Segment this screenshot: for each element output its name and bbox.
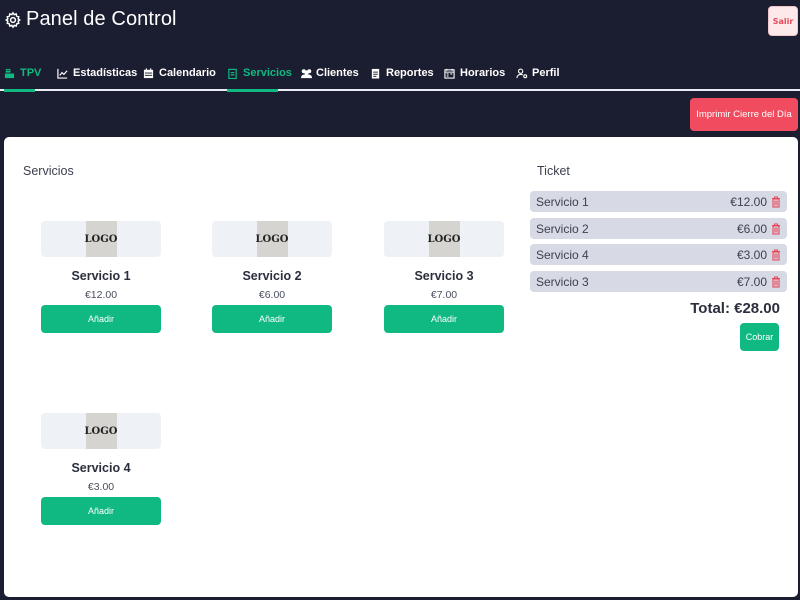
ticket-row: Servicio 2 €6.00 — [530, 218, 787, 239]
gear-icon — [4, 11, 22, 29]
ticket-title: Ticket — [537, 164, 570, 178]
brand: Panel de Control — [4, 8, 177, 31]
schedule-icon — [444, 68, 455, 79]
nav-divider — [0, 89, 800, 91]
tab-label: Calendario — [159, 67, 216, 79]
tab-hover-indicator — [227, 89, 278, 92]
tab-label: Clientes — [316, 67, 359, 79]
tab-label: Reportes — [386, 67, 434, 79]
service-name: Servicio 1 — [71, 269, 131, 283]
report-icon — [370, 68, 381, 79]
tab-tpv[interactable]: TPV — [4, 62, 41, 84]
tab-horarios[interactable]: Horarios — [444, 62, 505, 84]
ticket-item-price: €3.00 — [736, 247, 767, 262]
trash-icon[interactable] — [771, 275, 781, 288]
tab-label: Perfil — [532, 67, 560, 79]
tab-label: TPV — [20, 67, 42, 79]
calendar-icon — [143, 67, 154, 79]
service-card: LOGO Servicio 1 €12.00 Añadir — [41, 221, 161, 333]
service-card: LOGO Servicio 2 €6.00 Añadir — [212, 221, 332, 333]
service-name: Servicio 4 — [71, 461, 131, 475]
service-card: LOGO Servicio 3 €7.00 Añadir — [384, 221, 504, 333]
service-price: €6.00 — [258, 289, 286, 301]
chart-icon — [57, 68, 68, 79]
tab-clientes[interactable]: Clientes — [300, 62, 359, 84]
service-logo: LOGO — [212, 221, 332, 257]
logo-placeholder: LOGO — [85, 413, 118, 449]
service-name: Servicio 2 — [242, 269, 302, 283]
app-header: Panel de Control Salir — [0, 0, 800, 44]
tab-perfil[interactable]: Perfil — [516, 62, 560, 84]
tab-label: Servicios — [243, 67, 292, 79]
tab-servicios[interactable]: Servicios — [227, 62, 292, 84]
add-service-button[interactable]: Añadir — [212, 305, 332, 333]
service-price: €12.00 — [84, 289, 118, 301]
service-card: LOGO Servicio 4 €3.00 Añadir — [41, 413, 161, 525]
service-price: €7.00 — [430, 289, 458, 301]
logo-placeholder: LOGO — [428, 221, 461, 257]
ticket-row: Servicio 1 €12.00 — [530, 191, 787, 212]
trash-icon[interactable] — [771, 222, 781, 235]
ticket-row: Servicio 4 €3.00 — [530, 244, 787, 265]
user-gear-icon — [516, 68, 528, 79]
ticket-item-name: Servicio 4 — [536, 247, 589, 262]
tab-label: Estadísticas — [73, 67, 138, 79]
clipboard-icon — [227, 68, 238, 79]
users-icon — [300, 68, 312, 79]
tab-active-indicator — [4, 89, 35, 92]
service-logo: LOGO — [41, 221, 161, 257]
tab-estadisticas[interactable]: Estadísticas — [57, 62, 137, 84]
ticket-item-price: €12.00 — [730, 194, 767, 209]
trash-icon[interactable] — [771, 195, 781, 208]
ticket-item-name: Servicio 3 — [536, 274, 589, 289]
trash-icon[interactable] — [771, 248, 781, 261]
tab-label: Horarios — [460, 67, 506, 79]
add-service-button[interactable]: Añadir — [41, 497, 161, 525]
services-title: Servicios — [23, 164, 74, 178]
ticket-item-name: Servicio 2 — [536, 221, 589, 236]
service-logo: LOGO — [41, 413, 161, 449]
service-logo: LOGO — [384, 221, 504, 257]
ticket-item-price: €7.00 — [736, 274, 767, 289]
print-day-close-button[interactable]: Imprimir Cierre del Día — [690, 98, 798, 131]
page-title: Panel de Control — [26, 8, 177, 30]
service-name: Servicio 3 — [414, 269, 474, 283]
add-service-button[interactable]: Añadir — [41, 305, 161, 333]
charge-button[interactable]: Cobrar — [740, 323, 779, 351]
logo-placeholder: LOGO — [85, 221, 118, 257]
logo-placeholder: LOGO — [256, 221, 289, 257]
ticket-item-price: €6.00 — [736, 221, 767, 236]
logout-button[interactable]: Salir — [768, 6, 798, 36]
tab-calendario[interactable]: Calendario — [143, 62, 216, 84]
tab-reportes[interactable]: Reportes — [370, 62, 434, 84]
ticket-total: Total: €28.00 — [690, 300, 780, 317]
add-service-button[interactable]: Añadir — [384, 305, 504, 333]
service-price: €3.00 — [87, 481, 115, 493]
cash-register-icon — [4, 68, 15, 79]
ticket-item-name: Servicio 1 — [536, 194, 589, 209]
ticket-row: Servicio 3 €7.00 — [530, 271, 787, 292]
